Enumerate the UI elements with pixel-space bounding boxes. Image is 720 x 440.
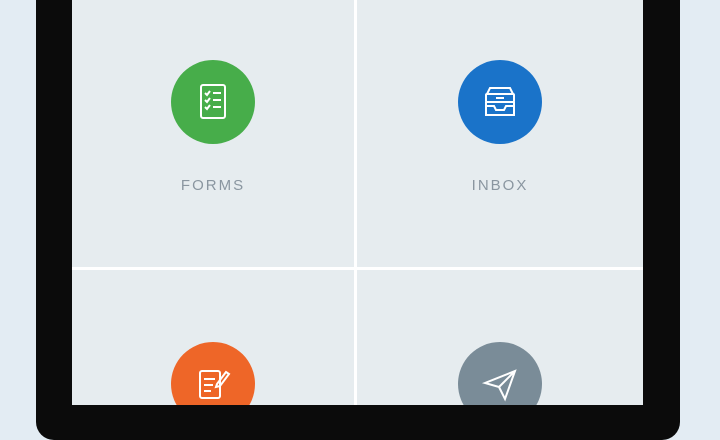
app-screen: FORMS INBOX <box>72 0 643 405</box>
inbox-label: INBOX <box>471 177 529 194</box>
forms-label: FORMS <box>180 177 246 194</box>
paper-plane-icon <box>458 342 542 405</box>
forms-icon <box>171 60 255 144</box>
edit-tile[interactable] <box>72 270 357 405</box>
edit-document-icon <box>171 342 255 405</box>
inbox-tray-icon <box>458 60 542 144</box>
forms-tile[interactable]: FORMS <box>72 0 357 270</box>
inbox-tile[interactable]: INBOX <box>357 0 643 270</box>
tile-grid: FORMS INBOX <box>72 0 643 405</box>
send-tile[interactable] <box>357 270 643 405</box>
